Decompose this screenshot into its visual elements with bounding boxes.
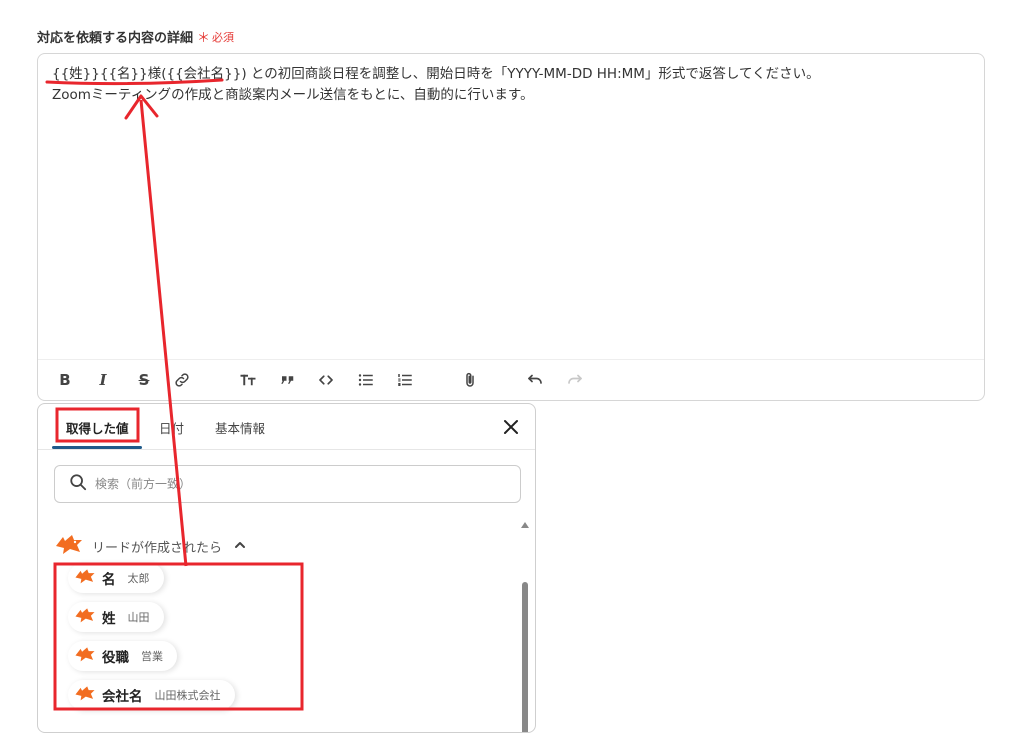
- close-icon[interactable]: [501, 417, 521, 437]
- list-item[interactable]: 会社名 山田株式会社: [68, 680, 235, 710]
- list-item[interactable]: 役職 営業: [68, 641, 177, 671]
- chevron-up-icon[interactable]: [234, 539, 246, 554]
- required-star: ＊: [197, 31, 211, 46]
- scroll-up-icon[interactable]: [521, 522, 529, 528]
- value-picker-panel: 取得した値 日付 基本情報 リードが作成されたら 名 太郎 姓 山田 役職: [37, 403, 536, 733]
- item-value: 太郎: [127, 572, 150, 585]
- fox-logo-icon: [54, 532, 84, 560]
- item-name: 名: [102, 572, 116, 588]
- item-value: 山田株式会社: [154, 689, 221, 702]
- tab-basic-info[interactable]: 基本情報: [215, 418, 265, 437]
- fox-icon: [74, 567, 96, 589]
- list-item[interactable]: 姓 山田: [68, 602, 164, 632]
- undo-icon[interactable]: [524, 369, 546, 391]
- text-size-icon[interactable]: [237, 369, 259, 391]
- fox-icon: [74, 645, 96, 667]
- active-tab-indicator: [52, 446, 142, 449]
- group-label: リードが作成されたら: [92, 540, 223, 556]
- strikethrough-icon[interactable]: S: [133, 369, 155, 391]
- attachment-icon[interactable]: [459, 369, 481, 391]
- numbered-list-icon[interactable]: [394, 369, 416, 391]
- link-icon[interactable]: [171, 369, 193, 391]
- field-label: 対応を依頼する内容の詳細 ＊ 必須: [37, 27, 235, 47]
- fox-icon: [74, 606, 96, 628]
- editor-content[interactable]: {{姓}}{{名}}様({{会社名}}) との初回商談日程を調整し、開始日時を「…: [52, 64, 970, 106]
- item-name: 役職: [102, 650, 129, 666]
- item-name: 姓: [102, 611, 116, 627]
- editor-line-1-text: との初回商談日程を調整し、開始日時を「YYYY-MM-DD HH:MM」形式で返…: [250, 66, 820, 82]
- search-input[interactable]: [93, 476, 397, 492]
- tab-retrieved-values[interactable]: 取得した値: [66, 418, 129, 437]
- item-value: 山田: [127, 611, 150, 624]
- field-label-text: 対応を依頼する内容の詳細: [37, 31, 194, 46]
- italic-icon[interactable]: I: [92, 369, 114, 391]
- bullet-list-icon[interactable]: [355, 369, 377, 391]
- search-field[interactable]: [54, 465, 521, 503]
- tab-date[interactable]: 日付: [159, 418, 184, 437]
- fox-icon: [74, 684, 96, 706]
- group-header-lead-created[interactable]: リードが作成されたら: [54, 532, 246, 560]
- scroll-thumb[interactable]: [522, 582, 528, 732]
- bold-icon[interactable]: B: [54, 369, 76, 391]
- detail-editor[interactable]: {{姓}}{{名}}様({{会社名}}) との初回商談日程を調整し、開始日時を「…: [37, 53, 985, 401]
- code-icon[interactable]: [315, 369, 337, 391]
- scrollbar[interactable]: [521, 522, 529, 732]
- editor-line-2: Zoomミーティングの作成と商談案内メール送信をもとに、自動的に行います。: [52, 87, 534, 103]
- item-name: 会社名: [102, 689, 143, 705]
- editor-toolbar: B I S: [38, 359, 984, 400]
- list-item[interactable]: 名 太郎: [68, 563, 164, 593]
- required-badge: ＊ 必須: [197, 27, 235, 47]
- redo-icon[interactable]: [564, 369, 586, 391]
- variable-tokens: {{姓}}{{名}}様({{会社名}}): [52, 66, 247, 82]
- search-icon: [69, 473, 87, 495]
- required-text: 必須: [212, 30, 235, 44]
- editor-line-1: {{姓}}{{名}}様({{会社名}}) との初回商談日程を調整し、開始日時を「…: [52, 64, 970, 85]
- item-value: 営業: [141, 650, 163, 663]
- picker-tabs: 取得した値 日付 基本情報: [38, 404, 535, 450]
- quote-icon[interactable]: [277, 369, 299, 391]
